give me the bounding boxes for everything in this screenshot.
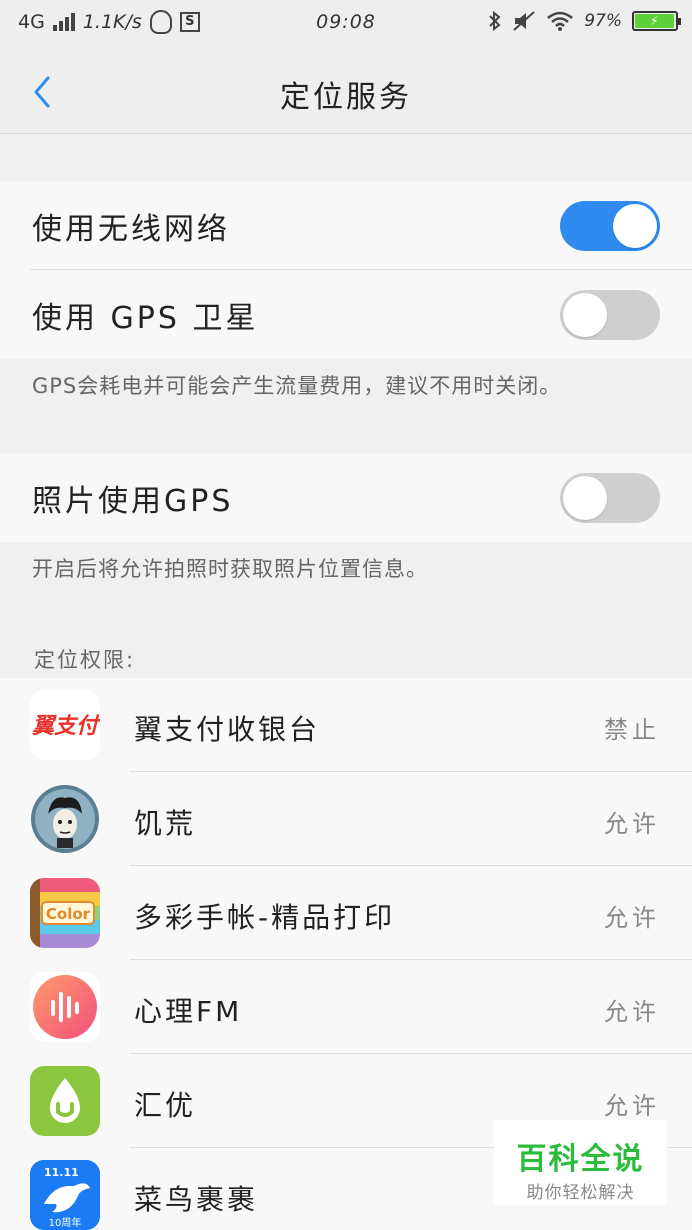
app-status: 允许 (604, 1092, 660, 1120)
huiyou-icon (30, 1066, 100, 1136)
gps-row[interactable]: 使用 GPS 卫星 (0, 270, 692, 359)
app-name: 汇优 (134, 1089, 197, 1122)
cainiao-icon: 11.11 10周年 (30, 1160, 100, 1230)
svg-text:Color: Color (46, 905, 91, 923)
gps-toggle[interactable] (560, 289, 660, 340)
mute-icon (513, 11, 535, 31)
gps-hint: GPS会耗电并可能会产生流量费用，建议不用时关闭。 (32, 374, 562, 398)
status-right: 97% ⚡ (488, 10, 681, 32)
title-bar: 定位服务 (0, 46, 692, 134)
photo-gps-row[interactable]: 照片使用GPS (0, 453, 692, 542)
svg-text:11.11: 11.11 (44, 1166, 79, 1179)
xinli-fm-icon (30, 972, 100, 1042)
bluetooth-icon (489, 10, 501, 32)
list-item[interactable]: 饥荒 允许 (0, 772, 692, 866)
app-status: 允许 (604, 904, 660, 932)
app-name: 菜鸟裹裹 (134, 1183, 259, 1216)
list-item[interactable]: 心理FM 允许 (0, 960, 692, 1054)
app-status: 允许 (604, 810, 660, 838)
svg-text:10周年: 10周年 (49, 1216, 82, 1229)
photo-gps-toggle[interactable] (560, 472, 660, 523)
list-item[interactable]: Color 多彩手帐-精品打印 允许 (0, 866, 692, 960)
app-name: 多彩手帐-精品打印 (134, 901, 396, 934)
bestpay-icon: 翼支付 (30, 690, 100, 760)
app-name: 翼支付收银台 (134, 713, 321, 746)
app-name: 心理FM (134, 995, 243, 1028)
wireless-label: 使用无线网络 (32, 211, 230, 247)
wireless-row[interactable]: 使用无线网络 (0, 181, 692, 270)
permissions-title: 定位权限: (34, 648, 136, 672)
app-status: 允许 (604, 998, 660, 1026)
gps-label: 使用 GPS 卫星 (32, 300, 259, 336)
photo-gps-hint: 开启后将允许拍照时获取照片位置信息。 (32, 557, 428, 581)
svg-text:翼支付: 翼支付 (31, 714, 100, 739)
wireless-toggle[interactable] (560, 200, 660, 251)
app-name: 饥荒 (134, 807, 197, 840)
color-notebook-icon: Color (30, 878, 100, 948)
dont-starve-icon (30, 784, 100, 854)
watermark-main: 百科全说 (516, 1142, 645, 1177)
page-title: 定位服务 (280, 80, 412, 115)
photo-gps-label: 照片使用GPS (32, 483, 234, 519)
status-bar: 4G 1.1K/s S 09:08 97% ⚡ (0, 0, 692, 46)
app-status: 禁止 (604, 716, 660, 744)
battery-icon: ⚡ (632, 11, 681, 31)
photo-gps-card: 照片使用GPS (0, 453, 692, 542)
battery-percent: 97% (584, 11, 622, 31)
location-methods-card: 使用无线网络 使用 GPS 卫星 (0, 181, 692, 359)
watermark: 百科全说 助你轻松解决 (494, 1120, 667, 1205)
list-item[interactable]: 翼支付 翼支付收银台 禁止 (0, 678, 692, 772)
wifi-icon (547, 11, 574, 31)
watermark-sub: 助你轻松解决 (526, 1183, 635, 1203)
